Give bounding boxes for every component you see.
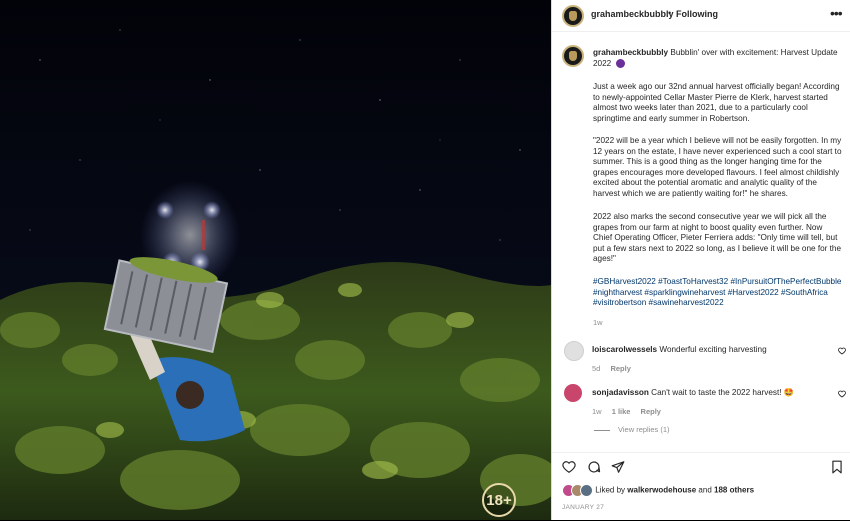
comment-item: loiscarolwessels Wonderful exciting harv… — [564, 341, 848, 373]
header-separator: • — [668, 8, 672, 18]
comment-avatar[interactable] — [564, 384, 582, 402]
view-replies-line — [594, 429, 610, 431]
comment-item: sonjadavisson Can't wait to taste the 20… — [564, 384, 848, 416]
liked-by-others[interactable]: 188 others — [714, 486, 754, 495]
instagram-post-view: 18+ grahambeckbubbly • Following ••• gra… — [0, 0, 850, 520]
header-username[interactable]: grahambeckbubbly — [591, 9, 674, 19]
comment-body: sonjadavisson Can't wait to taste the 20… — [592, 388, 822, 398]
comment-like-heart-icon[interactable] — [838, 347, 846, 355]
liked-by-prefix: Liked by — [595, 485, 626, 495]
comment-reply-button[interactable]: Reply — [610, 364, 630, 373]
comment-body: loiscarolwessels Wonderful exciting harv… — [592, 345, 822, 354]
caption-hashtags[interactable]: #GBHarvest2022 #ToastToHarvest32 #InPurs… — [593, 277, 843, 309]
share-paper-plane-icon[interactable] — [611, 460, 625, 474]
caption-avatar[interactable] — [562, 45, 584, 67]
comment-text: Wonderful exciting harvesting — [659, 345, 767, 354]
grape-emoji-icon — [615, 59, 625, 69]
comment-avatar[interactable] — [564, 341, 584, 361]
caption-paragraph-2: "2022 will be a year which I believe wil… — [593, 136, 842, 198]
view-replies-button[interactable]: View replies (1) — [594, 425, 670, 434]
caption-timestamp: 1w — [593, 318, 603, 327]
view-replies-label: View replies (1) — [618, 425, 670, 434]
post-sidebar: grahambeckbubbly • Following ••• grahamb… — [551, 0, 850, 520]
post-actions: Liked by walkerwodehouse and 188 others … — [552, 452, 850, 521]
night-harvest-photo — [0, 0, 551, 520]
liked-by-summary: Liked by walkerwodehouse and 188 others — [562, 484, 754, 497]
comment-time: 1w — [592, 407, 602, 416]
comment-username[interactable]: loiscarolwessels — [592, 345, 657, 354]
comment-time: 5d — [592, 364, 601, 373]
liked-by-and: and — [698, 485, 712, 495]
comment-username[interactable]: sonjadavisson — [592, 388, 649, 397]
following-button[interactable]: Following — [676, 9, 718, 19]
caption-paragraph-3: 2022 also marks the second consecutive y… — [593, 212, 842, 264]
post-date[interactable]: JANUARY 27 — [562, 504, 604, 511]
comment-text: Can't wait to taste the 2022 harvest! 🤩 — [651, 388, 795, 397]
comment-reply-button[interactable]: Reply — [641, 407, 661, 416]
more-horizontal-icon[interactable]: ••• — [830, 5, 843, 21]
caption-headline: grahambeckbubbly Bubblin' over with exci… — [593, 47, 843, 69]
profile-avatar[interactable] — [562, 5, 584, 27]
liker-avatar — [580, 484, 593, 497]
comment-meta: 1w 1 like Reply — [592, 407, 669, 416]
comment-bubble-icon[interactable] — [587, 460, 601, 474]
liked-by-user[interactable]: walkerwodehouse — [627, 486, 696, 495]
like-heart-icon[interactable] — [562, 460, 576, 474]
post-image[interactable]: 18+ — [0, 0, 551, 520]
comment-meta: 5d Reply — [592, 364, 639, 373]
post-header: grahambeckbubbly • Following ••• — [552, 0, 850, 32]
save-bookmark-icon[interactable] — [830, 460, 844, 474]
comment-likes[interactable]: 1 like — [612, 407, 631, 416]
comment-like-heart-icon[interactable] — [838, 390, 846, 398]
caption-paragraph-1: Just a week ago our 32nd annual harvest … — [593, 82, 840, 123]
age-restriction-badge: 18+ — [482, 483, 516, 517]
comments-scroll-area[interactable]: grahambeckbubbly Bubblin' over with exci… — [552, 32, 850, 452]
caption-username[interactable]: grahambeckbubbly — [593, 48, 668, 57]
